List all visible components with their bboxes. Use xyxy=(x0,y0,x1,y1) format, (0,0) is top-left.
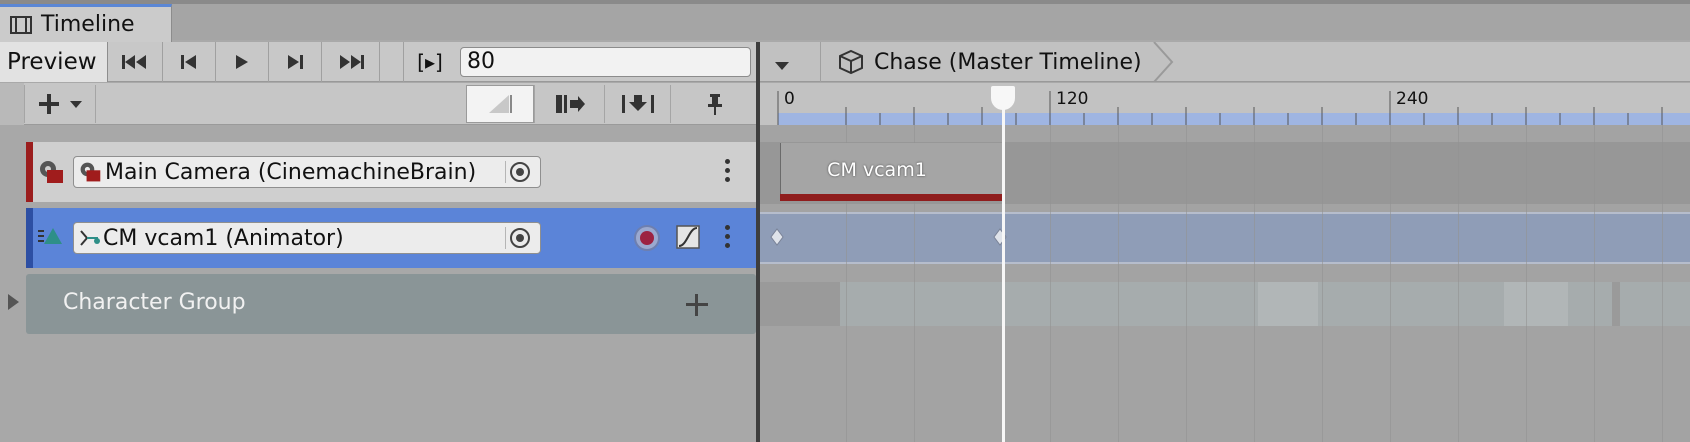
go-to-start-button[interactable] xyxy=(108,42,163,82)
snap-to-frame-button[interactable] xyxy=(534,85,604,123)
clip-track-color-bar xyxy=(780,194,1003,201)
grid-line xyxy=(1390,125,1391,442)
skip-to-end-icon xyxy=(339,55,364,69)
lane-cm-vcam1[interactable] xyxy=(760,212,1690,264)
camera-binding-label: Main Camera (CinemachineBrain) xyxy=(105,159,477,185)
grid-line xyxy=(1594,125,1595,442)
play-button[interactable] xyxy=(216,42,269,82)
grid-line xyxy=(1458,125,1459,442)
cinemachine-brain-icon xyxy=(40,161,63,183)
pin-icon xyxy=(707,94,722,115)
animator-binding-field[interactable]: CM vcam1 (Animator) xyxy=(73,222,541,254)
curves-icon[interactable] xyxy=(675,224,701,250)
object-picker-icon[interactable] xyxy=(508,226,532,250)
camera-binding-field[interactable]: Main Camera (CinemachineBrain) xyxy=(73,156,541,188)
grid-line xyxy=(1050,125,1051,442)
ruler-label-240: 240 xyxy=(1396,89,1429,109)
current-frame-field[interactable]: 80 xyxy=(460,47,751,77)
playhead-handle[interactable] xyxy=(991,86,1015,110)
play-range-label: [▸] xyxy=(417,50,443,74)
animator-binding-label: CM vcam1 (Animator) xyxy=(103,225,344,251)
time-ruler[interactable]: 0 120 240 xyxy=(760,83,1690,125)
track-toolbar xyxy=(0,83,758,125)
ruler-ticks xyxy=(777,91,1663,125)
cinemachine-shot-clip[interactable]: CM vcam1 xyxy=(780,143,1003,201)
ripple-edit-button[interactable] xyxy=(604,85,670,123)
add-track-button[interactable] xyxy=(24,85,96,123)
track-cm-vcam1[interactable]: CM vcam1 (Animator) xyxy=(26,208,756,268)
chevron-down-icon xyxy=(70,100,82,108)
group-clip-summary xyxy=(1318,282,1504,326)
grid-line xyxy=(1118,125,1119,442)
group-clip-summary xyxy=(840,282,1258,326)
expand-arrow-icon[interactable] xyxy=(6,293,20,311)
group-label: Character Group xyxy=(63,290,246,315)
keyframe-icon[interactable] xyxy=(770,228,784,246)
playback-toolbar: Preview [▸] 80 xyxy=(0,42,758,82)
track-menu-icon[interactable] xyxy=(725,159,731,186)
step-back-icon xyxy=(181,55,196,69)
grid-line xyxy=(1186,125,1187,442)
step-forward-icon xyxy=(288,55,303,69)
window-tab-strip xyxy=(0,0,1690,40)
tab-label: Timeline xyxy=(41,12,135,37)
play-range-button[interactable]: [▸] xyxy=(404,42,456,82)
plus-icon xyxy=(39,94,59,114)
breadcrumb-label: Chase (Master Timeline) xyxy=(874,49,1142,75)
playhead-line xyxy=(1002,100,1005,442)
group-clip-summary xyxy=(1258,282,1318,326)
track-main-camera[interactable]: Main Camera (CinemachineBrain) xyxy=(26,142,756,202)
preview-button[interactable]: Preview xyxy=(0,42,108,82)
next-frame-button[interactable] xyxy=(269,42,322,82)
object-picker-icon[interactable] xyxy=(508,160,532,184)
track-menu-icon[interactable] xyxy=(725,225,731,252)
grid-line xyxy=(1662,125,1663,442)
breadcrumb-arrow-icon xyxy=(1153,42,1174,82)
binding-separator xyxy=(505,227,506,249)
timeline-options-dropdown[interactable] xyxy=(774,56,790,75)
play-icon xyxy=(236,55,248,69)
add-to-group-icon[interactable] xyxy=(684,292,710,318)
ruler-label-0: 0 xyxy=(784,89,795,109)
grid-line xyxy=(1526,125,1527,442)
preview-label: Preview xyxy=(7,49,97,75)
ruler-label-120: 120 xyxy=(1056,89,1089,109)
snap-icon xyxy=(555,95,585,113)
insert-icon xyxy=(621,95,654,113)
group-clip-summary xyxy=(1504,282,1568,326)
grid-line xyxy=(1322,125,1323,442)
track-character-group[interactable]: Character Group xyxy=(26,274,756,334)
pane-divider[interactable] xyxy=(756,42,760,442)
row2-gutter xyxy=(0,83,24,125)
group-clip-summary xyxy=(1568,282,1612,326)
toolbar-spacer xyxy=(380,42,404,82)
cube-icon xyxy=(839,49,863,75)
binding-separator xyxy=(505,161,506,183)
film-icon xyxy=(10,15,32,34)
previous-frame-button[interactable] xyxy=(163,42,216,82)
record-icon[interactable] xyxy=(633,224,661,252)
skip-to-start-icon xyxy=(122,55,146,69)
go-to-end-button[interactable] xyxy=(322,42,380,82)
clip-label: CM vcam1 xyxy=(827,159,927,181)
ripple-mode-icon xyxy=(489,95,512,113)
camera-brain-small-icon xyxy=(80,162,101,182)
group-clip-summary xyxy=(1620,282,1690,326)
animator-icon xyxy=(80,230,100,246)
clip-edit-mode-button[interactable] xyxy=(466,85,534,123)
animation-track-icon xyxy=(38,228,62,244)
chevron-down-icon xyxy=(775,62,789,70)
timeline-window-tab[interactable]: Timeline xyxy=(0,4,172,42)
grid-line xyxy=(1254,125,1255,442)
timeline-header: Chase (Master Timeline) xyxy=(760,42,1690,82)
pin-button[interactable] xyxy=(670,85,758,123)
